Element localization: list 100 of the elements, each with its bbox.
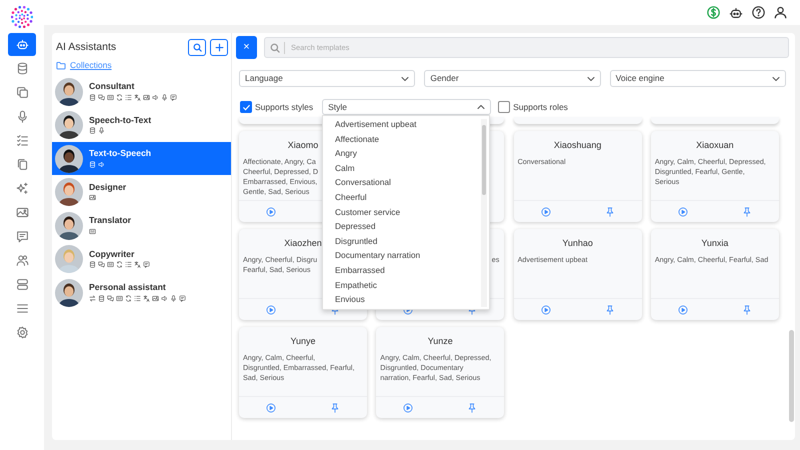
assistant-item[interactable]: Consultant	[52, 74, 231, 108]
dropdown-option[interactable]: Disgruntled	[323, 234, 481, 248]
avatar	[55, 278, 83, 306]
play-button[interactable]	[403, 402, 414, 412]
voice-name: Yunhao	[562, 237, 593, 250]
assistant-name: Text-to-Speech	[89, 149, 152, 159]
avatar	[55, 111, 83, 139]
play-icon	[266, 402, 276, 412]
play-button[interactable]	[540, 304, 551, 314]
filter-select[interactable]: Voice engine	[610, 70, 786, 87]
image-icon	[143, 94, 150, 101]
play-button[interactable]	[266, 206, 276, 216]
microphone-icon	[161, 94, 168, 101]
chat-icon	[98, 94, 105, 101]
pin-button[interactable]	[742, 304, 752, 314]
folder-icon	[56, 60, 66, 70]
speaker-icon	[152, 94, 159, 101]
avatar	[55, 245, 83, 273]
help-icon[interactable]	[752, 6, 765, 19]
dollar-icon[interactable]	[707, 6, 720, 19]
close-button[interactable]: ×	[236, 36, 257, 59]
speaker-icon	[98, 160, 105, 168]
list-icon	[134, 294, 141, 302]
dropdown-option[interactable]: Customer service	[323, 204, 481, 220]
user-icon[interactable]	[774, 6, 787, 19]
sidebar-item[interactable]	[8, 33, 36, 56]
assistant-name: Designer	[89, 182, 126, 192]
assistant-item[interactable]: Copywriter	[52, 242, 231, 276]
database-icon	[89, 160, 96, 168]
checkbox[interactable]	[498, 101, 510, 113]
dropdown-option[interactable]: Calm	[323, 160, 481, 176]
pin-icon	[742, 206, 752, 216]
search-icon	[192, 43, 202, 52]
caret-icon	[477, 103, 486, 111]
assistant-item[interactable]: Personal assistant	[52, 276, 231, 310]
pin-button[interactable]	[742, 206, 752, 216]
logo	[11, 6, 33, 28]
dropdown-option[interactable]: Cheerful	[323, 190, 481, 205]
assistant-name: Copywriter	[89, 250, 136, 260]
video-icon	[89, 228, 96, 235]
database-icon	[16, 62, 28, 75]
play-button[interactable]	[678, 206, 688, 216]
filter-select[interactable]: Language	[239, 70, 416, 87]
translate-icon	[134, 261, 141, 268]
filter-select[interactable]: Gender	[424, 70, 601, 87]
dropdown-option[interactable]: Envious	[323, 292, 481, 307]
pin-button[interactable]	[604, 206, 615, 216]
pin-icon	[604, 304, 615, 314]
play-icon	[678, 304, 688, 314]
users-icon	[16, 254, 28, 267]
dropdown-option[interactable]: Documentary narration	[323, 248, 481, 263]
add-button[interactable]	[210, 39, 228, 56]
play-button[interactable]	[266, 304, 276, 314]
assistant-item[interactable]: Translator	[52, 208, 231, 242]
robot-icon[interactable]	[729, 6, 743, 20]
assistant-item[interactable]: Speech-to-Text	[52, 108, 231, 142]
avatar	[55, 78, 83, 106]
dropdown-option[interactable]: Empathetic	[323, 278, 481, 292]
sync-icon	[116, 94, 123, 101]
dropdown-option[interactable]: Embarrassed	[323, 262, 481, 278]
play-icon	[540, 206, 551, 216]
comment-icon	[179, 294, 186, 302]
database-icon	[89, 127, 96, 134]
play-button[interactable]	[540, 206, 551, 216]
dropdown-option[interactable]: Conversational	[323, 175, 481, 190]
chat-icon	[107, 294, 114, 302]
server-icon	[16, 278, 28, 291]
pin-button[interactable]	[467, 402, 478, 412]
assistant-item[interactable]: Text-to-Speech	[52, 142, 231, 176]
style-select[interactable]: Style	[322, 99, 492, 115]
image-icon	[152, 294, 159, 302]
assistant-name: Speech-to-Text	[89, 116, 152, 126]
sparkles-icon	[16, 182, 28, 195]
video-icon	[107, 94, 114, 101]
play-icon	[678, 206, 688, 216]
checkbox[interactable]	[240, 101, 252, 113]
files-icon	[16, 158, 28, 171]
database-icon	[98, 294, 105, 302]
pin-button[interactable]	[604, 304, 615, 314]
play-button[interactable]	[678, 304, 688, 314]
video-icon	[107, 261, 114, 268]
caret-icon	[772, 74, 780, 82]
microphone-icon	[98, 127, 105, 134]
copy-icon	[16, 86, 28, 99]
assistant-name: Translator	[89, 216, 132, 226]
checkbox-label: Supports roles	[513, 100, 568, 114]
play-button[interactable]	[266, 402, 276, 412]
dropdown-option[interactable]: Depressed	[323, 219, 481, 234]
search-button[interactable]	[188, 39, 206, 56]
list-icon	[125, 94, 132, 101]
image-icon	[89, 194, 96, 202]
assistant-item[interactable]: Designer	[52, 175, 231, 209]
pin-button[interactable]	[330, 402, 340, 412]
microphone-icon	[16, 110, 28, 123]
pin-icon	[604, 206, 615, 216]
dropdown-option[interactable]: Angry	[323, 146, 481, 161]
dropdown-option[interactable]: Advertisement upbeat	[323, 117, 481, 132]
list-icon	[125, 261, 132, 268]
dropdown-option[interactable]: Affectionate	[323, 132, 481, 146]
plus-icon	[214, 43, 224, 52]
